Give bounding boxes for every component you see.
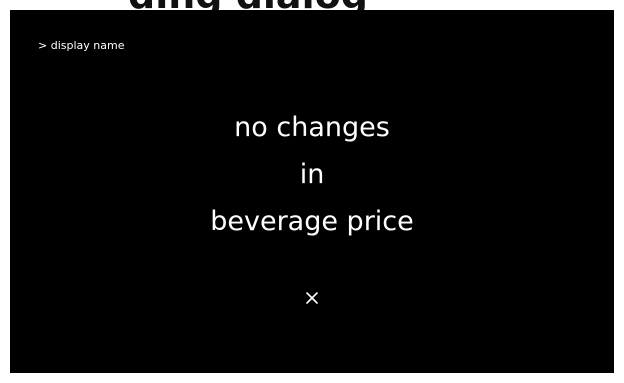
top-strip: ding dialog [0, 0, 624, 10]
close-button[interactable] [299, 285, 325, 311]
close-icon [305, 291, 319, 305]
message-line-1: no changes [234, 112, 390, 143]
message-line-3: beverage price [210, 206, 414, 237]
cropped-heading: ding dialog [128, 0, 368, 10]
breadcrumb: > display name [38, 39, 125, 52]
device-screen: > display name no changes in beverage pr… [10, 10, 614, 373]
message-line-2: in [299, 159, 325, 190]
